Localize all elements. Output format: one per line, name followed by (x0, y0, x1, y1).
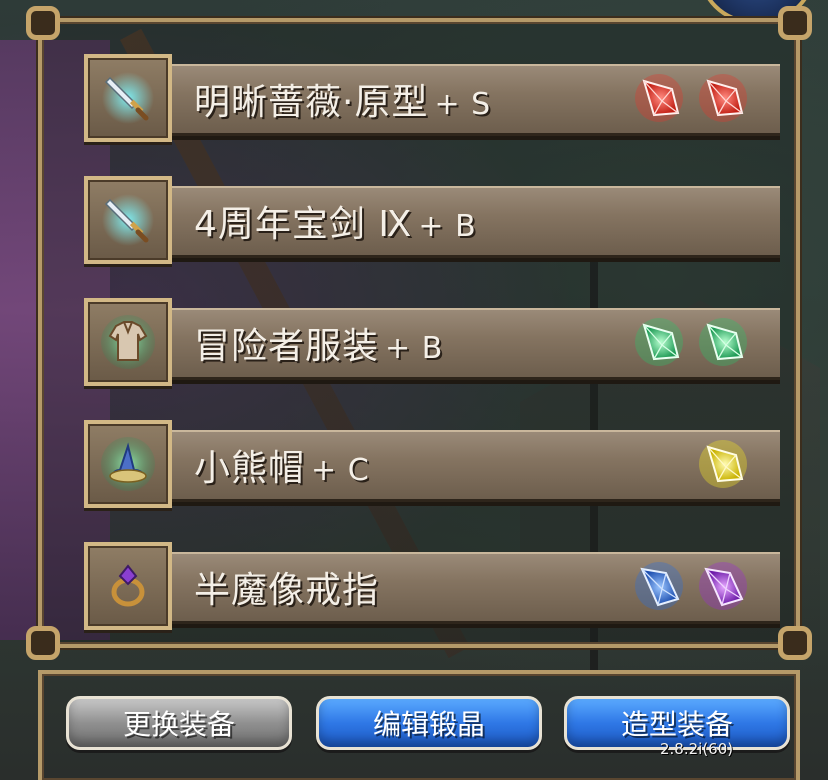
red-crystal-icon[interactable] (696, 71, 750, 125)
equipment-name-text: 小熊帽 (194, 448, 306, 489)
gem-slots (696, 434, 750, 494)
equipment-grade: + C (311, 453, 370, 488)
equipment-slot-armor[interactable]: 冒险者服装 + B (84, 298, 780, 386)
sword-icon[interactable] (84, 54, 172, 142)
equipment-grade: + B (418, 209, 477, 244)
green-crystal-icon[interactable] (696, 315, 750, 369)
version-label: 2.8.2i(60) (660, 740, 734, 758)
equipment-name: 半魔像戒指 (194, 561, 385, 613)
gem-slots (632, 68, 750, 128)
red-crystal-icon[interactable] (632, 71, 686, 125)
frame-corner (778, 626, 812, 660)
equipment-grade: + S (434, 87, 492, 122)
equipment-grade: + B (385, 331, 444, 366)
frame-corner (26, 6, 60, 40)
gem-slots (632, 556, 750, 616)
equipment-name-text: 4周年宝剑 Ⅸ (194, 204, 413, 245)
equipment-slot-special[interactable]: 半魔像戒指 (84, 542, 780, 630)
frame-corner (778, 6, 812, 40)
equipment-slot-additional[interactable]: 小熊帽 + C (84, 420, 780, 508)
hat-icon[interactable] (84, 420, 172, 508)
equipment-slot-weapon-main[interactable]: 明晰蔷薇·原型 + S (84, 54, 780, 142)
purple-crystal-icon[interactable] (696, 559, 750, 613)
equipment-name-text: 冒险者服装 (194, 326, 380, 367)
equipment-name: 小熊帽 + C (194, 439, 370, 491)
sword-icon[interactable] (84, 176, 172, 264)
ring-icon[interactable] (84, 542, 172, 630)
equipment-slot-weapon-sub[interactable]: 4周年宝剑 Ⅸ + B (84, 176, 780, 264)
green-crystal-icon[interactable] (632, 315, 686, 369)
equipment-name: 冒险者服装 + B (194, 317, 443, 369)
equipment-name: 明晰蔷薇·原型 + S (194, 73, 491, 125)
gem-slots (632, 312, 750, 372)
equipment-name-text: 半魔像戒指 (194, 570, 380, 611)
frame-corner (26, 626, 60, 660)
change-equipment-button[interactable]: 更换装备 (66, 696, 292, 750)
equipment-name: 4周年宝剑 Ⅸ + B (194, 195, 477, 247)
edit-crystal-button[interactable]: 编辑锻晶 (316, 696, 542, 750)
equipment-panel: 明晰蔷薇·原型 + S 4周年宝剑 Ⅸ + B 冒险者服装 + B 小熊帽 + … (26, 6, 812, 660)
blue-crystal-icon[interactable] (632, 559, 686, 613)
equipment-name-text: 明晰蔷薇·原型 (194, 82, 429, 123)
yellow-crystal-icon[interactable] (696, 437, 750, 491)
armor-icon[interactable] (84, 298, 172, 386)
